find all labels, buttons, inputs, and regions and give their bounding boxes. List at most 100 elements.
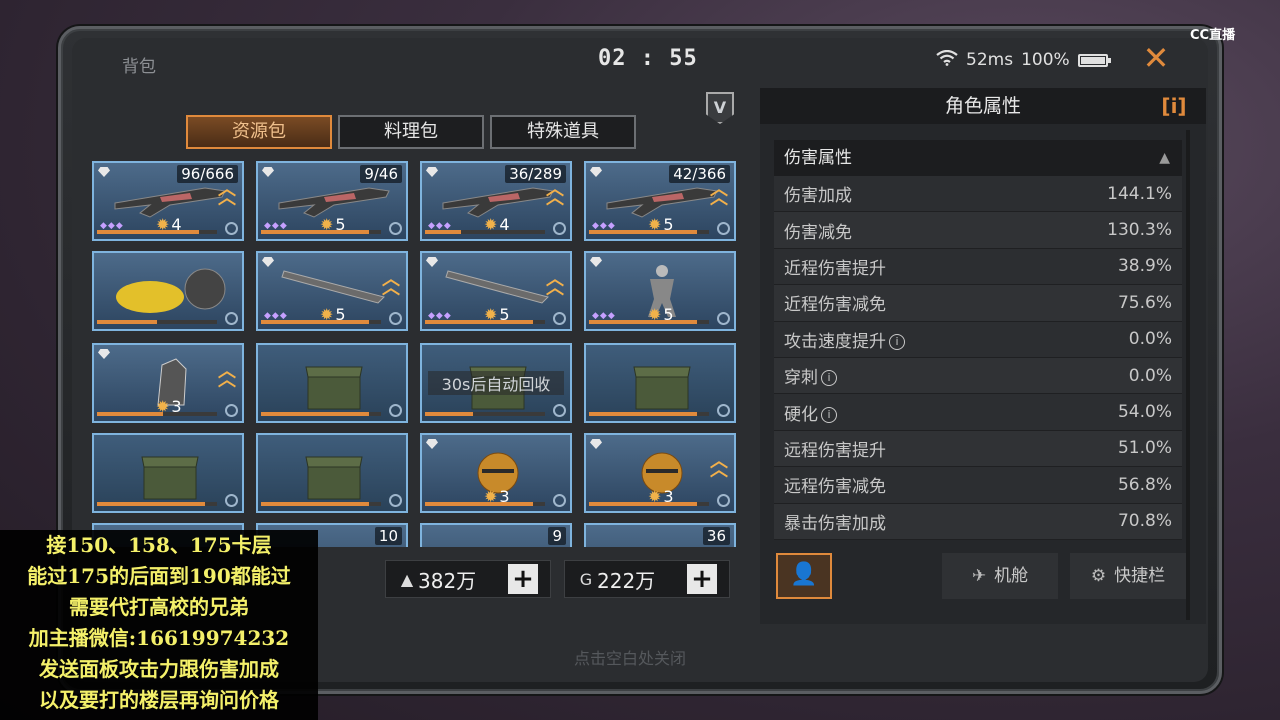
- attribute-label: 硬化: [784, 404, 818, 425]
- upgrade-arrow-icon: ︿ ︿: [546, 179, 564, 209]
- attribute-label: 近程伤害提升: [784, 258, 886, 279]
- inventory-item[interactable]: 36/289︿︿◆◆◆4: [420, 161, 572, 241]
- item-progress-bar: [261, 230, 381, 234]
- inventory-item[interactable]: ︿︿◆◆◆5: [420, 251, 572, 331]
- attribute-value: 70.8%: [1117, 511, 1172, 532]
- inventory-item[interactable]: ︿︿◆◆◆5: [256, 251, 408, 331]
- recycle-icon[interactable]: [225, 494, 238, 507]
- diamond-icon: [590, 167, 602, 177]
- item-progress-bar: [97, 320, 217, 324]
- inventory-item[interactable]: 36: [584, 523, 736, 547]
- attribute-value: 38.9%: [1117, 256, 1172, 277]
- add-coin-button[interactable]: +: [687, 564, 717, 594]
- currency-crystal: ▲ 382万 +: [385, 560, 551, 598]
- attribute-label: 伤害加成: [784, 186, 852, 207]
- item-progress-bar: [589, 412, 709, 416]
- promo-line: 发送面板攻击力跟伤害加成: [39, 657, 279, 681]
- recycle-icon[interactable]: [553, 312, 566, 325]
- info-icon[interactable]: i: [889, 333, 905, 350]
- character-button[interactable]: 👤: [776, 553, 832, 599]
- close-button[interactable]: ✕: [1138, 40, 1174, 76]
- recycle-icon[interactable]: [717, 404, 730, 417]
- item-progress-bar: [425, 320, 545, 324]
- battery-text: 100%: [1021, 50, 1070, 70]
- inventory-item[interactable]: ︿︿3: [92, 343, 244, 423]
- upgrade-arrow-icon: ︿ ︿: [218, 361, 236, 391]
- upgrade-arrow-icon: ︿ ︿: [382, 269, 400, 299]
- recycle-icon[interactable]: [717, 312, 730, 325]
- item-count: 9/46: [360, 165, 402, 183]
- diamond-icon: [98, 167, 110, 177]
- inventory-item[interactable]: [256, 343, 408, 423]
- inventory-item[interactable]: [92, 433, 244, 513]
- recycle-icon[interactable]: [717, 494, 730, 507]
- recycle-icon[interactable]: [225, 404, 238, 417]
- coin-value: 222万: [597, 568, 656, 593]
- tab-resource-pack[interactable]: 资源包: [186, 115, 332, 149]
- recycle-icon[interactable]: [389, 404, 402, 417]
- diamond-icon: [262, 167, 274, 177]
- stream-promo-overlay: 接150、158、175卡层 能过175的后面到190都能过 需要代打高校的兄弟 加主…: [0, 530, 318, 720]
- upgrade-arrow-icon: ︿ ︿: [710, 451, 728, 481]
- recycle-icon[interactable]: [389, 494, 402, 507]
- attributes-panel: 角色属性 [i] 伤害属性 ▲ 伤害加成 144.1% 伤害减免 130.3% 近程伤害…: [760, 88, 1206, 624]
- chevron-up-icon: ▲: [1159, 150, 1170, 166]
- recycle-icon[interactable]: [225, 222, 238, 235]
- info-button[interactable]: [i]: [1156, 92, 1192, 120]
- recycle-icon[interactable]: [717, 222, 730, 235]
- info-icon[interactable]: i: [821, 406, 837, 423]
- item-progress-bar: [589, 320, 709, 324]
- tab-special-items[interactable]: 特殊道具: [490, 115, 636, 149]
- watermark: CC直播: [1190, 28, 1236, 43]
- recycle-icon[interactable]: [553, 222, 566, 235]
- item-progress-bar: [589, 502, 709, 506]
- gear-icon: ⚙: [1090, 566, 1107, 586]
- wifi-icon: [936, 49, 958, 71]
- item-progress-bar: [425, 502, 545, 506]
- attribute-row: 暴击伤害加成 70.8%: [774, 503, 1182, 540]
- recycle-icon[interactable]: [225, 312, 238, 325]
- cabin-button[interactable]: ✈ 机舱: [942, 553, 1058, 599]
- attribute-row: 伤害加成 144.1%: [774, 176, 1182, 213]
- inventory-item[interactable]: [256, 433, 408, 513]
- inventory-item[interactable]: ︿︿3: [584, 433, 736, 513]
- add-crystal-button[interactable]: +: [508, 564, 538, 594]
- inventory-item[interactable]: 96/666︿︿◆◆◆4: [92, 161, 244, 241]
- attribute-value: 75.6%: [1117, 292, 1172, 313]
- inventory-item[interactable]: 9/46◆◆◆5: [256, 161, 408, 241]
- item-progress-bar: [589, 230, 709, 234]
- tab-food-pack[interactable]: 料理包: [338, 115, 484, 149]
- item-progress-bar: [97, 412, 217, 416]
- shortcut-button[interactable]: ⚙ 快捷栏: [1070, 553, 1186, 599]
- scrollbar[interactable]: [1186, 130, 1190, 620]
- attributes-actions: 👤 ✈ 机舱 ⚙ 快捷栏: [776, 553, 1186, 599]
- attribute-row: 远程伤害减免 56.8%: [774, 467, 1182, 504]
- item-count: 9: [548, 527, 566, 545]
- inventory-item[interactable]: 3: [420, 433, 572, 513]
- attribute-label: 穿刺: [784, 368, 818, 389]
- attribute-label: 远程伤害减免: [784, 477, 886, 498]
- attribute-label: 攻击速度提升: [784, 331, 886, 352]
- info-icon[interactable]: i: [821, 370, 837, 387]
- recycle-icon[interactable]: [553, 494, 566, 507]
- inventory-item[interactable]: [92, 251, 244, 331]
- item-progress-bar: [97, 502, 217, 506]
- section-damage-attributes[interactable]: 伤害属性 ▲: [774, 140, 1182, 176]
- diamond-icon: [426, 167, 438, 177]
- recycle-icon[interactable]: [389, 312, 402, 325]
- recycle-icon[interactable]: [553, 404, 566, 417]
- item-progress-bar: [261, 320, 381, 324]
- inventory-item[interactable]: 30s后自动回收: [420, 343, 572, 423]
- attributes-title: 角色属性: [944, 95, 1021, 117]
- inventory-item[interactable]: [584, 343, 736, 423]
- promo-line: 以及要打的楼层再询问价格: [39, 688, 279, 712]
- attribute-row: 近程伤害提升 38.9%: [774, 248, 1182, 286]
- close-hint[interactable]: 点击空白处关闭: [574, 645, 686, 669]
- crystal-icon: ▲: [400, 569, 414, 589]
- attribute-value: 56.8%: [1117, 474, 1172, 495]
- recycle-icon[interactable]: [389, 222, 402, 235]
- inventory-item[interactable]: 42/366︿︿◆◆◆5: [584, 161, 736, 241]
- inventory-item[interactable]: ◆◆◆5: [584, 251, 736, 331]
- inventory-item[interactable]: 9: [420, 523, 572, 547]
- attribute-label: 伤害减免: [784, 222, 852, 243]
